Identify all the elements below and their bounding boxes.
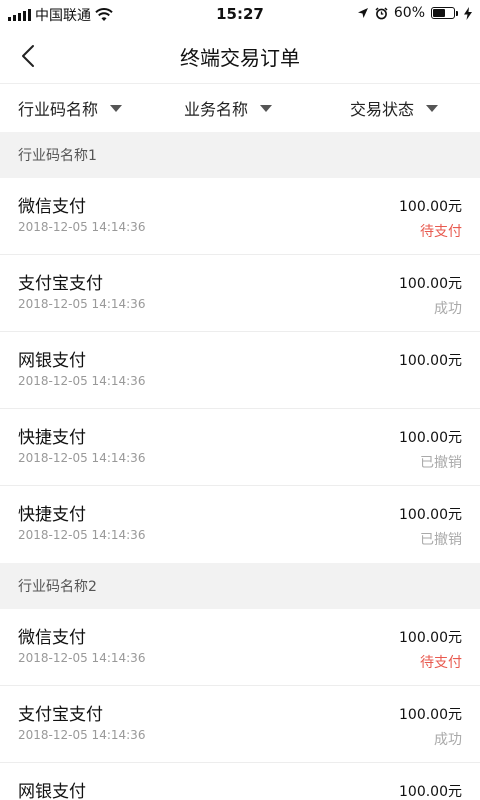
order-time: 2018-12-05 14:14:36 [18,728,146,742]
group-header: 行业码名称2 [0,563,480,609]
location-icon [357,8,368,18]
order-row[interactable]: 网银支付 2018-12-05 14:14:36 100.00元 [0,332,480,409]
order-status: 待支付 [420,655,462,671]
payment-method: 快捷支付 [18,428,86,448]
dropdown-triangle-icon [426,104,438,112]
payment-method: 支付宝支付 [18,705,103,725]
order-row[interactable]: 支付宝支付 2018-12-05 14:14:36 100.00元 成功 [0,686,480,763]
order-time: 2018-12-05 14:14:36 [18,651,146,665]
order-status: 已撤销 [420,455,462,471]
payment-method: 微信支付 [18,197,86,217]
payment-method: 微信支付 [18,628,86,648]
filter-label: 行业码名称 [18,100,99,119]
order-amount: 100.00元 [399,507,462,523]
order-row[interactable]: 微信支付 2018-12-05 14:14:36 100.00元 待支付 [0,609,480,686]
filter-label: 交易状态 [349,100,414,119]
battery-icon [431,7,458,19]
dropdown-triangle-icon [260,104,272,112]
dropdown-triangle-icon [110,104,123,112]
payment-method: 支付宝支付 [18,274,103,294]
order-status: 成功 [434,301,462,317]
order-amount: 100.00元 [399,276,462,292]
order-time: 2018-12-05 14:14:36 [18,297,146,311]
order-amount: 100.00元 [399,430,462,446]
order-amount: 100.00元 [399,630,462,646]
battery-percent: 60% [393,5,425,21]
order-time: 2018-12-05 14:14:36 [18,451,146,465]
status-bar: 中国联通 15:27 60% [0,0,480,28]
order-row[interactable]: 支付宝支付 2018-12-05 14:14:36 100.00元 成功 [0,255,480,332]
order-status: 已撤销 [420,532,462,548]
order-list: 行业码名称1 微信支付 2018-12-05 14:14:36 100.00元 … [0,132,480,800]
order-row[interactable]: 网银支付 100.00元 [0,763,480,800]
order-time: 2018-12-05 14:14:36 [18,220,146,234]
filter-transaction-status[interactable]: 交易状态 [298,84,480,132]
page-title: 终端交易订单 [180,46,300,70]
alarm-icon [375,6,388,19]
payment-method: 网银支付 [18,782,86,800]
order-status: 待支付 [420,224,462,240]
filter-bar: 行业码名称 业务名称 交易状态 [0,84,480,132]
navigation-bar: 终端交易订单 [0,28,480,84]
filter-label: 业务名称 [183,100,248,119]
order-amount: 100.00元 [399,353,462,369]
order-row[interactable]: 快捷支付 2018-12-05 14:14:36 100.00元 已撤销 [0,409,480,486]
order-row[interactable]: 微信支付 2018-12-05 14:14:36 100.00元 待支付 [0,178,480,255]
order-amount: 100.00元 [399,707,462,723]
charging-icon [464,6,472,20]
order-status: 成功 [434,732,462,748]
payment-method: 快捷支付 [18,505,86,525]
order-amount: 100.00元 [399,784,462,800]
order-amount: 100.00元 [399,199,462,215]
filter-industry-code[interactable]: 行业码名称 [0,84,158,132]
filter-business-name[interactable]: 业务名称 [158,84,298,132]
status-right: 60% [357,5,472,21]
order-time: 2018-12-05 14:14:36 [18,374,146,388]
order-time: 2018-12-05 14:14:36 [18,528,146,542]
order-row[interactable]: 快捷支付 2018-12-05 14:14:36 100.00元 已撤销 [0,486,480,563]
payment-method: 网银支付 [18,351,86,371]
group-header: 行业码名称1 [0,132,480,178]
